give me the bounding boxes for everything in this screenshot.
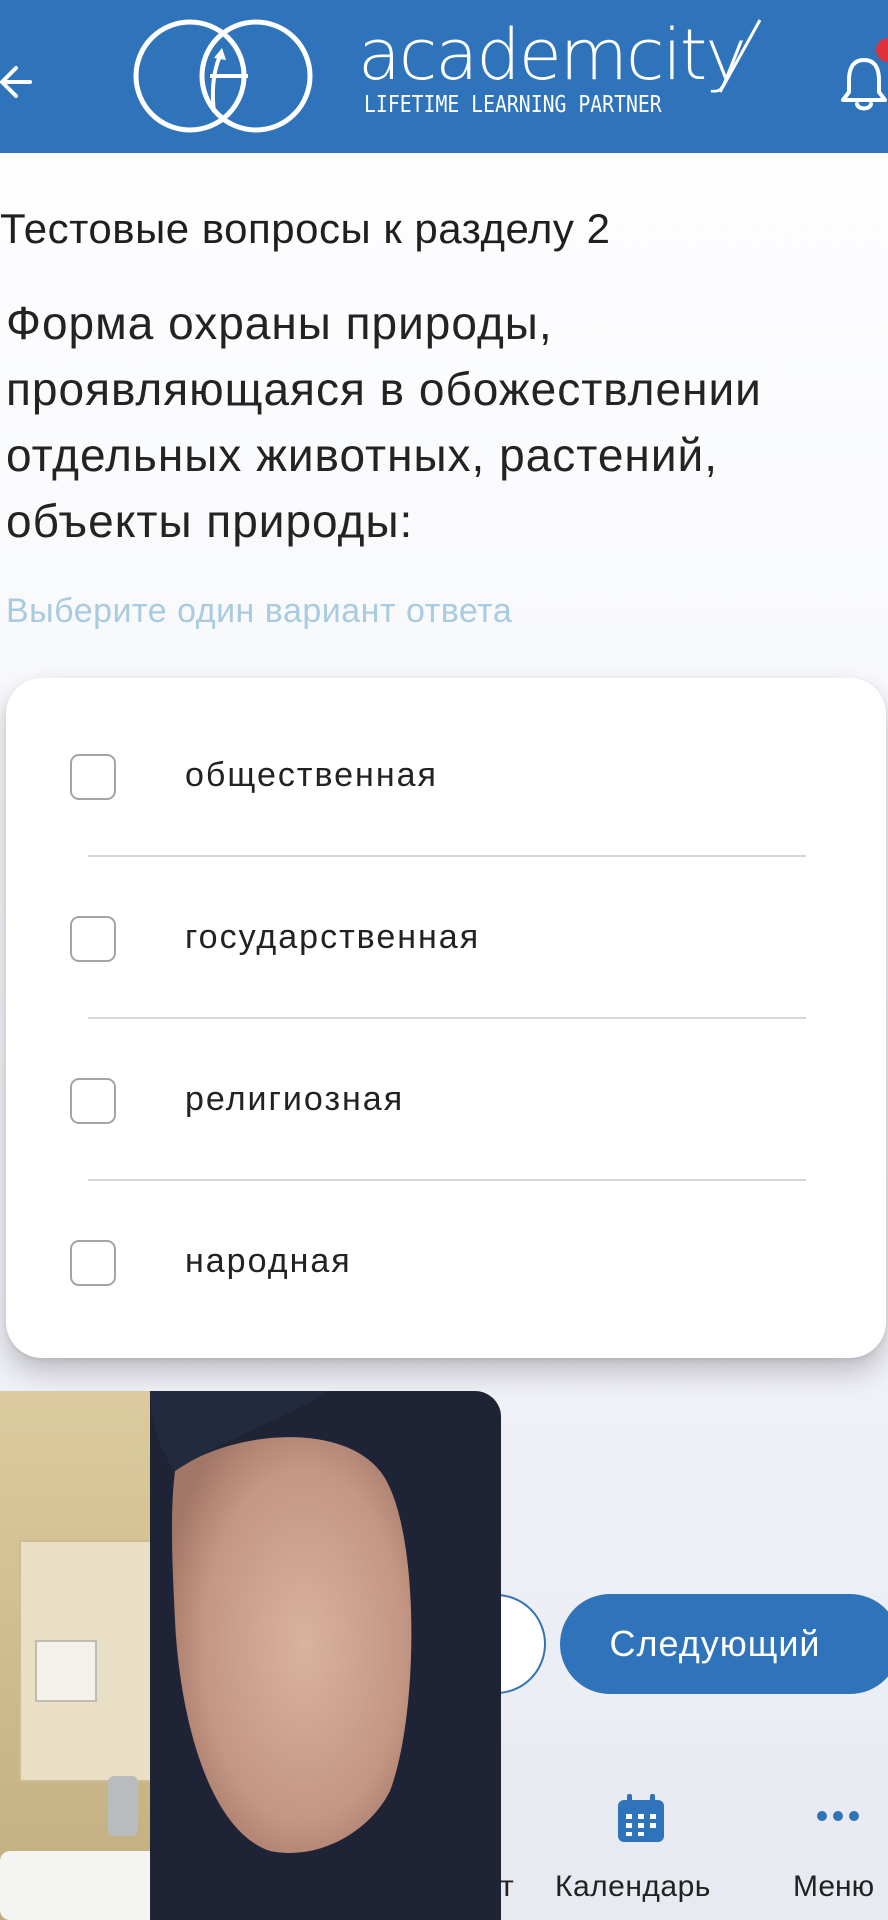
answer-hint: Выберите один вариант ответа — [6, 592, 513, 630]
logo-slash-icon — [718, 19, 762, 93]
bell-icon[interactable] — [840, 52, 888, 114]
app-header: academcity LIFETIME LEARNING PARTNER — [0, 0, 888, 153]
answer-checkbox[interactable] — [70, 916, 116, 962]
answer-option[interactable]: общественная — [6, 678, 886, 840]
answer-card: общественная государственная религиозная… — [6, 678, 886, 1358]
answer-option[interactable]: государственная — [6, 840, 886, 1002]
academcity-logo-icon — [133, 19, 313, 133]
camera-preview[interactable] — [0, 1391, 501, 1920]
answer-checkbox[interactable] — [70, 754, 116, 800]
answer-option-label: общественная — [185, 756, 438, 794]
camera-feed-image — [0, 1391, 501, 1920]
back-arrow-icon[interactable] — [0, 52, 40, 112]
section-title: Тестовые вопросы к разделу 2 — [0, 205, 611, 252]
nav-menu-label[interactable]: Меню — [793, 1870, 874, 1904]
question-text: Форма охраны природы, проявляющаяся в об… — [6, 297, 762, 547]
calendar-icon[interactable] — [616, 1792, 666, 1844]
next-button[interactable]: Следующий — [560, 1594, 888, 1694]
logo-wordmark: academcity — [358, 14, 747, 96]
answer-option-label: государственная — [185, 918, 481, 956]
answer-option-label: религиозная — [185, 1080, 405, 1118]
logo-tagline: LIFETIME LEARNING PARTNER — [364, 92, 662, 118]
nav-calendar-label[interactable]: Календарь — [555, 1870, 711, 1904]
answer-option[interactable]: религиозная — [6, 1002, 886, 1164]
answer-checkbox[interactable] — [70, 1078, 116, 1124]
answer-checkbox[interactable] — [70, 1240, 116, 1286]
more-dots-icon[interactable] — [816, 1806, 860, 1826]
nav-item-partial-label[interactable]: т — [500, 1870, 514, 1904]
answer-option-label: народная — [185, 1242, 352, 1280]
answer-option[interactable]: народная — [6, 1164, 886, 1326]
